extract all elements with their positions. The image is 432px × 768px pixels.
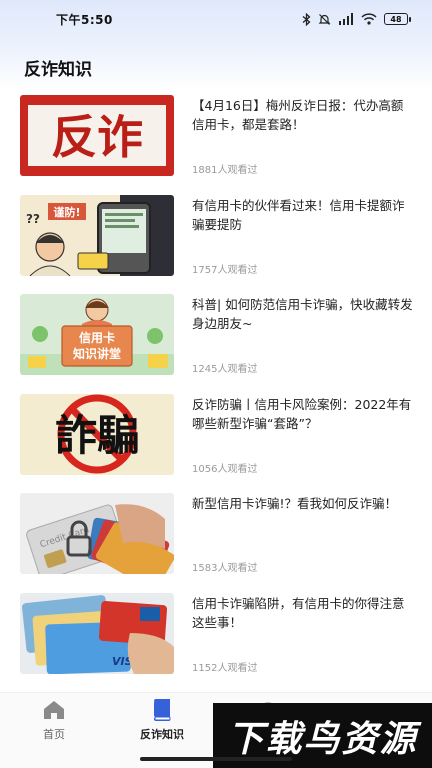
article-title[interactable]: 新型信用卡诈骗!？看我如何反诈骗！ bbox=[192, 494, 414, 513]
article-item[interactable]: 詐騙 反诈防骗丨信用卡风险案例：2022年有哪些新型诈骗“套路”？ 1056人观… bbox=[0, 391, 432, 491]
thumb-text: 詐騙 bbox=[55, 411, 139, 460]
article-thumbnail: 反诈 bbox=[20, 95, 174, 176]
thumb-text-line2: 知识讲堂 bbox=[72, 346, 121, 361]
tab-fraud-knowledge-label: 反诈知识 bbox=[140, 728, 184, 741]
article-item[interactable]: Credit Card 新型信用卡诈骗!？看我如何反诈骗！ 1583人观看过 bbox=[0, 490, 432, 590]
article-item[interactable]: 谨防! ?? 有信用卡的伙伴看过来！信用卡提额诈骗要提防 1757人观看过 bbox=[0, 192, 432, 292]
article-views: 1881人观看过 bbox=[192, 165, 258, 176]
article-item[interactable]: 反诈 【4月16日】梅州反诈日报：代办高额信用卡，都是套路！ 1881人观看过 bbox=[0, 92, 432, 192]
tab-home-label: 首页 bbox=[43, 728, 65, 741]
battery-icon: 48 bbox=[384, 13, 411, 25]
home-icon bbox=[41, 699, 67, 721]
article-title[interactable]: 科普| 如何防范信用卡诈骗，快收藏转发身边朋友~ bbox=[192, 295, 414, 333]
wifi-icon bbox=[361, 13, 377, 25]
article-item[interactable]: 信用卡 知识讲堂 科普| 如何防范信用卡诈骗，快收藏转发身边朋友~ 1245人观… bbox=[0, 291, 432, 391]
article-views: 1245人观看过 bbox=[192, 364, 258, 375]
thumb-text: 谨防! bbox=[53, 205, 80, 219]
article-thumbnail: 谨防! ?? bbox=[20, 194, 174, 276]
article-title[interactable]: 有信用卡的伙伴看过来！信用卡提额诈骗要提防 bbox=[192, 196, 414, 234]
mute-icon bbox=[318, 13, 331, 25]
article-title[interactable]: 信用卡诈骗陷阱，有信用卡的你得注意这些事！ bbox=[192, 594, 414, 632]
status-time: 下午5:50 bbox=[56, 12, 113, 27]
article-thumbnail: 信用卡 知识讲堂 bbox=[20, 294, 174, 375]
article-item[interactable]: VISA 信用卡诈骗陷阱，有信用卡的你得注意这些事！ 1152人观看过 bbox=[0, 590, 432, 690]
signal-icon bbox=[339, 13, 353, 25]
watermark-text: 下载鸟资源 bbox=[227, 718, 418, 760]
tab-home[interactable]: 首页 bbox=[14, 699, 94, 743]
article-title[interactable]: 反诈防骗丨信用卡风险案例：2022年有哪些新型诈骗“套路”？ bbox=[192, 395, 414, 433]
book-icon bbox=[149, 699, 175, 721]
article-thumbnail: 詐騙 bbox=[20, 393, 174, 475]
article-views: 1056人观看过 bbox=[192, 463, 258, 475]
article-list: 反诈 【4月16日】梅州反诈日报：代办高额信用卡，都是套路！ 1881人观看过 … bbox=[0, 92, 432, 689]
article-thumbnail: VISA bbox=[20, 592, 174, 674]
home-indicator bbox=[140, 757, 292, 761]
tab-fraud-knowledge[interactable]: 反诈知识 bbox=[122, 699, 202, 743]
status-icons: 48 bbox=[302, 12, 411, 26]
article-views: 1757人观看过 bbox=[192, 264, 258, 276]
svg-text:??: ?? bbox=[26, 212, 40, 226]
page-title: 反诈知识 bbox=[24, 60, 92, 80]
thumb-text: 反诈 bbox=[51, 110, 143, 164]
article-thumbnail: Credit Card bbox=[20, 493, 174, 574]
article-views: 1583人观看过 bbox=[192, 563, 258, 574]
article-title[interactable]: 【4月16日】梅州反诈日报：代办高额信用卡，都是套路！ bbox=[192, 96, 414, 134]
article-views: 1152人观看过 bbox=[192, 662, 258, 674]
status-bar: 下午5:50 48 bbox=[0, 0, 432, 38]
thumb-text-line1: 信用卡 bbox=[79, 330, 115, 345]
bluetooth-icon bbox=[302, 12, 311, 26]
